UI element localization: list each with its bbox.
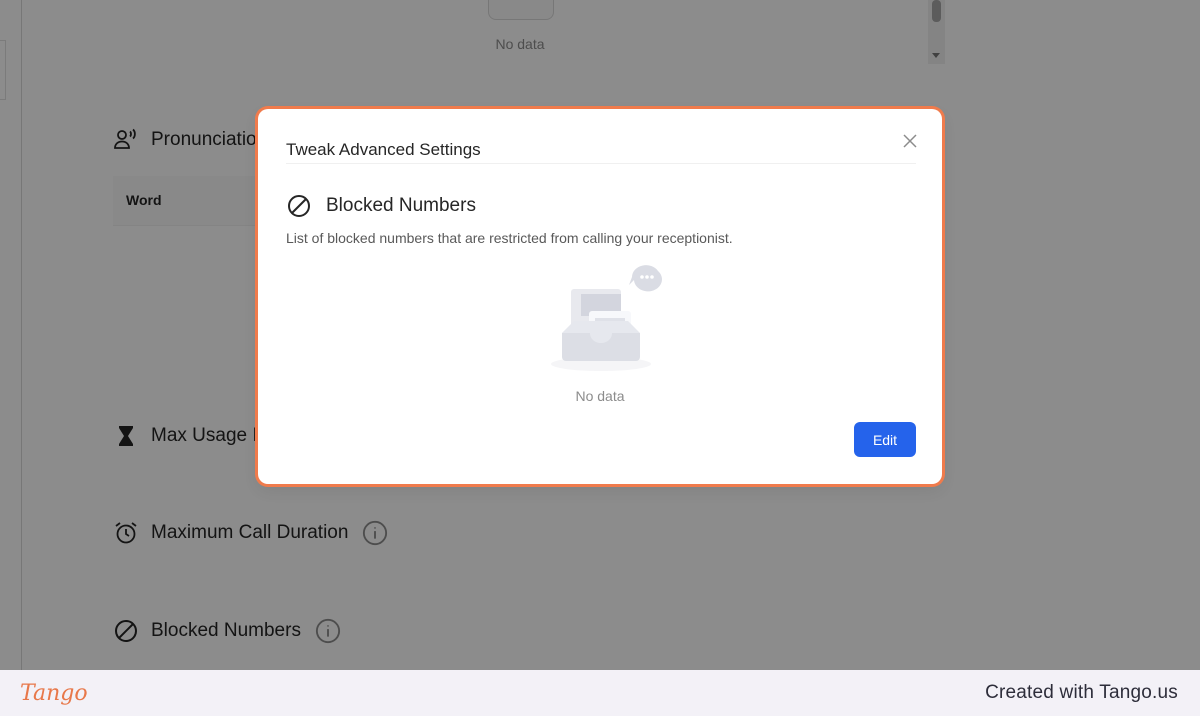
- blocked-numbers-title: Blocked Numbers: [326, 195, 476, 216]
- edit-button[interactable]: Edit: [854, 422, 916, 457]
- advanced-settings-modal: Tweak Advanced Settings Blocked Numbers …: [258, 109, 942, 484]
- block-icon: [288, 195, 310, 217]
- close-icon[interactable]: [900, 131, 920, 151]
- empty-inbox-icon: [551, 265, 662, 371]
- svg-text:Tango: Tango: [20, 681, 88, 706]
- footer-credit: Created with Tango.us: [985, 682, 1178, 703]
- tango-logo: Tango: [20, 681, 88, 706]
- empty-state-text: No data: [575, 388, 625, 404]
- close-button[interactable]: [900, 131, 920, 151]
- blocked-numbers-heading: Blocked Numbers: [286, 193, 476, 219]
- blocked-numbers-description: List of blocked numbers that are restric…: [286, 230, 733, 246]
- modal-title: Tweak Advanced Settings: [286, 140, 481, 159]
- modal-divider: [286, 163, 916, 164]
